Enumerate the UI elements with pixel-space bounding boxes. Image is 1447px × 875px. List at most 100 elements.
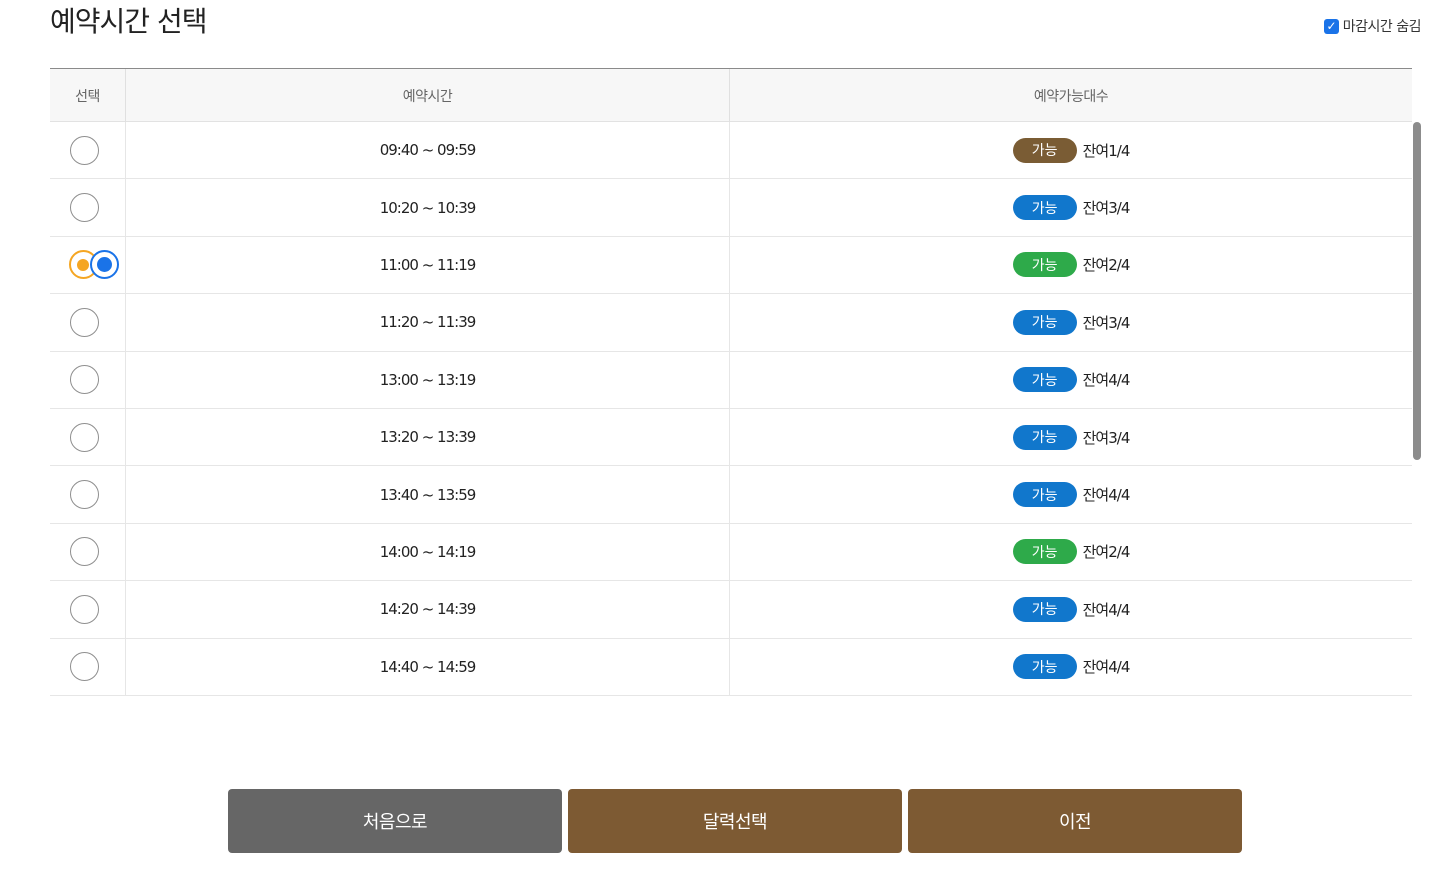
radio-button[interactable] [70,652,99,682]
table-row[interactable]: 14:40 ~ 14:59 가능 잔여4/4 [50,638,1412,696]
scrollbar-thumb[interactable] [1413,122,1421,460]
time-cell: 11:20 ~ 11:39 [126,294,730,351]
remaining-count: 잔여2/4 [1082,543,1131,562]
table-row[interactable]: 13:40 ~ 13:59 가능 잔여4/4 [50,466,1412,524]
status-badge: 가능 [1012,654,1077,680]
availability: 가능 잔여2/4 [1012,539,1131,565]
table-row[interactable]: 14:20 ~ 14:39 가능 잔여4/4 [50,581,1412,639]
time-cell: 11:00 ~ 11:19 [126,236,730,294]
radio-button[interactable] [70,365,99,395]
remaining-count: 잔여4/4 [1082,371,1131,390]
remaining-count: 잔여3/4 [1082,199,1131,218]
capacity-cell: 가능 잔여1/4 [730,122,1412,178]
time-cell: 13:20 ~ 13:39 [126,408,730,466]
table-row[interactable]: 13:00 ~ 13:19 가능 잔여4/4 [50,351,1412,409]
time-cell: 13:00 ~ 13:19 [126,351,730,408]
capacity-cell: 가능 잔여4/4 [730,581,1412,637]
hide-closed-toggle[interactable]: ✓ 마감시간 숨김 [1323,16,1422,36]
remaining-count: 잔여2/4 [1082,256,1131,275]
status-badge: 가능 [1012,309,1077,335]
select-cell [50,466,126,523]
table-row[interactable]: 11:20 ~ 11:39 가능 잔여3/4 [50,294,1412,352]
capacity-cell: 가능 잔여2/4 [730,524,1412,580]
page-title: 예약시간 선택 [50,5,207,38]
status-badge: 가능 [1012,596,1077,622]
hide-closed-label: 마감시간 숨김 [1342,19,1422,35]
radio-button[interactable] [70,135,99,165]
table-row[interactable]: 10:20 ~ 10:39 가능 잔여3/4 [50,179,1412,237]
availability: 가능 잔여4/4 [1012,367,1131,393]
remaining-count: 잔여4/4 [1082,600,1131,619]
status-badge: 가능 [1012,137,1077,163]
availability: 가능 잔여4/4 [1012,596,1131,622]
select-cell [50,351,126,408]
radio-button[interactable] [70,594,99,624]
time-range: 14:20 ~ 14:39 [379,600,477,619]
radio-button[interactable] [70,307,99,337]
calendar-select-button[interactable]: 달력선택 [568,789,902,853]
status-badge: 가능 [1012,252,1077,278]
checkbox-checked-icon[interactable]: ✓ [1323,18,1339,34]
remaining-count: 잔여1/4 [1082,141,1131,160]
availability: 가능 잔여2/4 [1012,252,1131,278]
remaining-count: 잔여4/4 [1082,658,1131,677]
remaining-count: 잔여3/4 [1082,428,1131,447]
time-range: 09:40 ~ 09:59 [379,141,477,160]
time-range: 13:00 ~ 13:19 [379,370,477,389]
capacity-cell: 가능 잔여3/4 [730,179,1412,235]
status-badge: 가능 [1012,539,1077,565]
remaining-count: 잔여4/4 [1082,486,1131,505]
availability: 가능 잔여4/4 [1012,654,1131,680]
table-header: 선택 예약시간 예약가능대수 [50,68,1412,122]
time-cell: 09:40 ~ 09:59 [126,122,730,179]
select-cell [50,294,126,351]
time-range: 13:20 ~ 13:39 [379,428,477,447]
time-range: 14:00 ~ 14:19 [379,542,477,561]
header-time: 예약시간 [126,69,730,122]
table-row[interactable]: 13:20 ~ 13:39 가능 잔여3/4 [50,408,1412,467]
table-row[interactable]: 14:00 ~ 14:19 가능 잔여2/4 [50,523,1412,582]
radio-button[interactable] [70,422,99,452]
table-body: 09:40 ~ 09:59 가능 잔여1/4 10:20 ~ 10:39 가능 잔여3/4… [50,122,1412,708]
time-cell: 13:40 ~ 13:59 [126,466,730,523]
time-range: 11:20 ~ 11:39 [379,313,477,332]
button-bar: 처음으로 달력선택 이전 [228,789,1242,853]
time-range: 10:20 ~ 10:39 [379,198,477,217]
capacity-cell: 가능 잔여4/4 [730,352,1412,408]
capacity-cell: 가능 잔여4/4 [730,466,1412,522]
time-cell: 14:00 ~ 14:19 [126,523,730,581]
status-badge: 가능 [1012,482,1077,508]
table-row[interactable]: 11:00 ~ 11:19 가능 잔여2/4 [50,236,1412,295]
availability: 가능 잔여3/4 [1012,424,1131,450]
time-cell: 14:20 ~ 14:39 [126,581,730,638]
table-row[interactable]: 09:40 ~ 09:59 가능 잔여1/4 [50,122,1412,180]
radio-button[interactable] [70,193,99,223]
select-cell [50,408,126,466]
availability: 가능 잔여3/4 [1012,309,1131,335]
time-cell: 14:40 ~ 14:59 [126,638,730,695]
previous-button[interactable]: 이전 [908,789,1242,853]
time-range: 11:00 ~ 11:19 [379,255,477,274]
availability: 가능 잔여4/4 [1012,482,1131,508]
availability: 가능 잔여1/4 [1012,137,1131,163]
select-cell [50,523,126,581]
radio-button[interactable] [70,480,99,510]
status-badge: 가능 [1012,367,1077,393]
radio-selected[interactable] [68,249,119,280]
remaining-count: 잔여3/4 [1082,313,1131,332]
radio-button[interactable] [70,537,99,567]
select-cell [50,122,126,179]
table-scrollbar[interactable] [1412,122,1422,708]
status-badge: 가능 [1012,195,1077,221]
select-cell [50,179,126,236]
radio-checked-icon[interactable] [89,249,119,279]
capacity-cell: 가능 잔여4/4 [730,639,1412,695]
header-select: 선택 [50,69,126,122]
capacity-cell: 가능 잔여2/4 [730,237,1412,293]
capacity-cell: 가능 잔여3/4 [730,294,1412,350]
time-range: 14:40 ~ 14:59 [379,657,477,676]
first-button[interactable]: 처음으로 [228,789,562,853]
capacity-cell: 가능 잔여3/4 [730,409,1412,465]
reservation-time-table: 선택 예약시간 예약가능대수 09:40 ~ 09:59 가능 잔여1/4 10:20… [50,68,1422,708]
select-cell [50,581,126,638]
